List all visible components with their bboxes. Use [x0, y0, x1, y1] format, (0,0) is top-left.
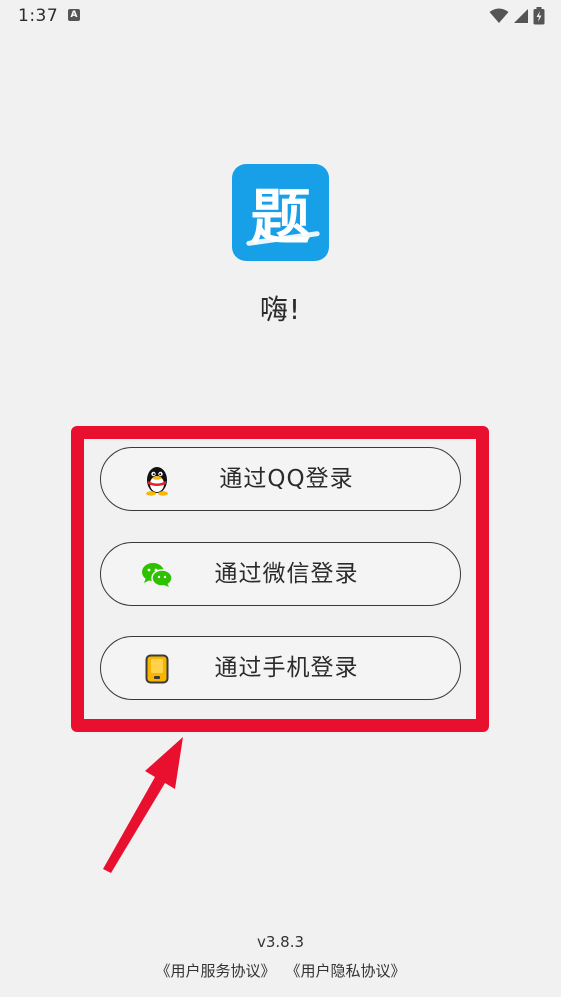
qq-login-label: 通过QQ登录 [219, 466, 354, 492]
agreement-links: 《用户服务协议》 《用户隐私协议》 [0, 960, 561, 981]
wechat-login-button[interactable]: 通过微信登录 [100, 542, 461, 606]
status-time: 1:37 [18, 6, 59, 26]
wifi-icon [489, 8, 509, 23]
wechat-login-label: 通过微信登录 [214, 561, 359, 587]
phone-login-label: 通过手机登录 [214, 655, 359, 681]
qq-login-button[interactable]: 通过QQ登录 [100, 447, 461, 511]
login-screen: 1:37 A 题 嗨! 通过QQ登录 通过微信登录 通过手机登录 v3.8.3 … [0, 0, 561, 997]
status-icons [489, 6, 545, 26]
status-bar: 1:37 A [0, 0, 561, 32]
app-version: v3.8.3 [256, 933, 305, 951]
red-arrow-annotation [103, 737, 183, 873]
battery-charging-icon [533, 7, 545, 25]
phone-login-button[interactable]: 通过手机登录 [100, 636, 461, 700]
greeting-text: 嗨! [259, 293, 302, 326]
app-logo: 题 [232, 164, 329, 261]
notification-a-icon: A [68, 9, 80, 21]
privacy-agreement-link[interactable]: 《用户隐私协议》 [286, 962, 406, 980]
signal-icon [514, 9, 528, 23]
user-service-agreement-link[interactable]: 《用户服务协议》 [155, 962, 275, 980]
